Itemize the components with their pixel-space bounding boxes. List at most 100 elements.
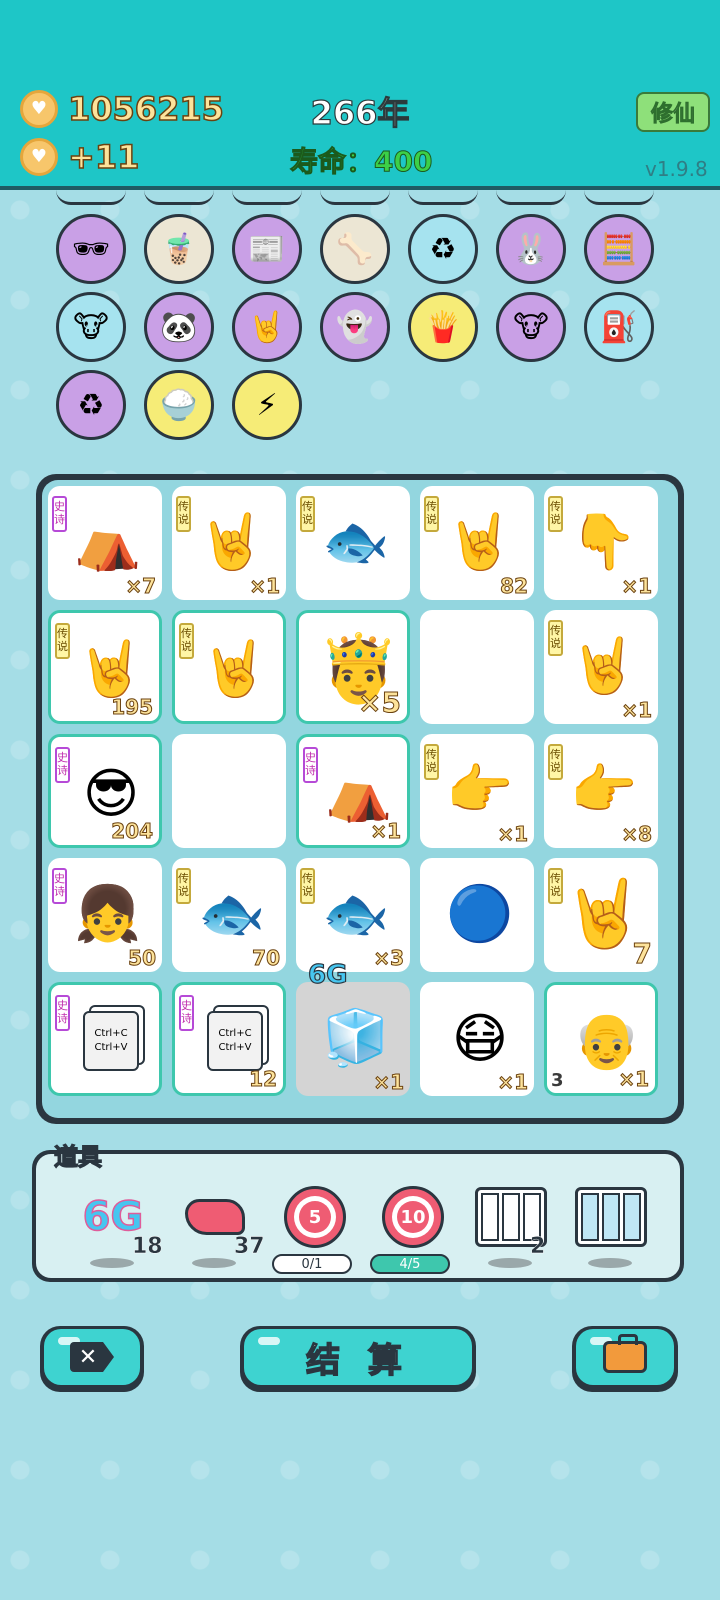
- panda-icon[interactable]: 🐼: [144, 292, 214, 362]
- rank-tag: 传说: [548, 744, 563, 780]
- board-cell[interactable]: 🤴 ×5: [296, 610, 410, 724]
- board-cell[interactable]: 传说 🐟: [296, 486, 410, 600]
- dog-bowl-icon[interactable]: 🦴: [320, 214, 390, 284]
- rank-tag: 传说: [176, 496, 191, 532]
- lightning-icon[interactable]: ⚡: [232, 370, 302, 440]
- gun-hand-icon: 👉: [570, 758, 638, 821]
- rock-hand-icon: 🤘: [446, 510, 514, 573]
- settle-button[interactable]: 结 算: [240, 1326, 476, 1392]
- tool-slot[interactable]: 10 4/5: [370, 1184, 454, 1274]
- bubble-tea-icon[interactable]: 🧋: [144, 214, 214, 284]
- tool-slot[interactable]: [572, 1184, 652, 1268]
- item-count: 7: [632, 937, 653, 971]
- scrolled-icon-edge: [320, 190, 390, 205]
- math-ball-icon: 🔵: [446, 882, 514, 945]
- board-cell[interactable]: 史诗 Ctrl+C Ctrl+V: [48, 982, 162, 1096]
- income-value: +11: [67, 137, 140, 177]
- close-button[interactable]: ✕: [40, 1326, 144, 1392]
- board-cell[interactable]: 🔵: [420, 858, 534, 972]
- board-cell[interactable]: 传说 👉 ×1: [420, 734, 534, 848]
- rank-tag: 史诗: [303, 747, 318, 783]
- item-count: 50: [128, 946, 157, 971]
- board-cell[interactable]: 传说 🤘 ×1: [544, 610, 658, 724]
- rock-hand-icon: 🤘: [570, 634, 638, 697]
- version-label: v1.9.8: [645, 157, 708, 181]
- math-guy-icon[interactable]: 🧮: [584, 214, 654, 284]
- board-cell[interactable]: 传说 🤘 ×1: [172, 486, 286, 600]
- tool-shadow: [588, 1258, 632, 1268]
- cow-pair-icon[interactable]: 🐮: [496, 292, 566, 362]
- rock-hand-icon[interactable]: 🤘: [232, 292, 302, 362]
- rank-tag: 传说: [424, 744, 439, 780]
- ghost-icon[interactable]: 👻: [320, 292, 390, 362]
- board-cell[interactable]: 史诗 Ctrl+C Ctrl+V 12: [172, 982, 286, 1096]
- recycle-icon[interactable]: ♻: [56, 370, 126, 440]
- recycle-bag-icon[interactable]: ♻: [408, 214, 478, 284]
- rank-tag: 传说: [55, 623, 70, 659]
- target-5-icon: 5: [282, 1184, 348, 1250]
- board-cell[interactable]: 传说 🤘 7: [544, 858, 658, 972]
- board-cell[interactable]: 传说 👇 ×1: [544, 486, 658, 600]
- briefcase-icon: [603, 1334, 647, 1373]
- board-cell[interactable]: 史诗 👧 50: [48, 858, 162, 972]
- rabbit-icon[interactable]: 🐰: [496, 214, 566, 284]
- board-cell[interactable]: 史诗 ⛺ ×7: [48, 486, 162, 600]
- xiuxian-button[interactable]: 修仙: [636, 92, 710, 132]
- tool-shadow: [192, 1258, 236, 1268]
- scrolled-icon-edge: [232, 190, 302, 205]
- board-cell[interactable]: 🧊 6G ×1: [296, 959, 410, 1096]
- tool-slot[interactable]: 2: [472, 1184, 552, 1268]
- board-cell[interactable]: 👴 ×1 3: [544, 982, 658, 1096]
- board-cell[interactable]: 传说 🤘 195: [48, 610, 162, 724]
- rank-tag: 史诗: [52, 496, 67, 532]
- tool-count: 18: [132, 1234, 163, 1259]
- tool-count: 37: [234, 1234, 265, 1259]
- board-cell[interactable]: 传说 🐟 70: [172, 858, 286, 972]
- rice-bowl-icon[interactable]: 🍚: [144, 370, 214, 440]
- item-count: ×1: [370, 819, 402, 844]
- scrolled-icon-edge: [56, 190, 126, 205]
- scrolled-icon-edge: [584, 190, 654, 205]
- board-cell[interactable]: [420, 610, 534, 724]
- lifespan-value: 400: [374, 145, 433, 179]
- rank-tag: 传说: [300, 496, 315, 532]
- board-cell[interactable]: 史诗 😎 204: [48, 734, 162, 848]
- tools-label: 道具: [53, 1142, 102, 1171]
- girl-face-icon: 👧: [74, 882, 142, 945]
- fries-icon[interactable]: 🍟: [408, 292, 478, 362]
- target-10-icon: 10: [380, 1184, 446, 1250]
- tool-slot[interactable]: 6G 18: [74, 1184, 163, 1268]
- bag-button[interactable]: [572, 1326, 678, 1392]
- tool-slot[interactable]: 5 0/1: [272, 1184, 356, 1274]
- lifespan-label: 寿命：: [289, 145, 375, 179]
- tool-shadow: [488, 1258, 532, 1268]
- item-count: ×3: [373, 946, 405, 971]
- item-count: 12: [249, 1067, 278, 1092]
- sunglasses-icon[interactable]: 🕶: [56, 214, 126, 284]
- year-display: 266年: [310, 93, 410, 132]
- item-count: ×7: [125, 574, 157, 599]
- tool-progress: 4/5: [370, 1254, 450, 1274]
- time-magazine-icon[interactable]: 📰: [232, 214, 302, 284]
- item-count: 70: [252, 946, 281, 971]
- cow-pair-icon[interactable]: 🐮: [56, 292, 126, 362]
- tool-progress: 0/1: [272, 1254, 352, 1274]
- pump-icon[interactable]: ⛽: [584, 292, 654, 362]
- sunglasses-man-icon: 😷: [451, 1006, 509, 1070]
- board-cell[interactable]: [172, 734, 286, 848]
- rank-tag: 史诗: [179, 995, 194, 1031]
- board-cell[interactable]: 史诗 ⛺ ×1: [296, 734, 410, 848]
- rank-tag: 传说: [300, 868, 315, 904]
- tool-slot[interactable]: 37: [176, 1184, 265, 1268]
- board-cell[interactable]: 😷 ×1: [420, 982, 534, 1096]
- income-display: ♥ +11: [20, 137, 140, 177]
- item-level: 3: [551, 1070, 564, 1091]
- board-cell[interactable]: 传说 🤘: [172, 610, 286, 724]
- board-cell[interactable]: 传说 🤘 82: [420, 486, 534, 600]
- board-cell[interactable]: 传说 🐟 ×3: [296, 858, 410, 972]
- 6g-label: 6G: [307, 959, 348, 990]
- board-cell[interactable]: 传说 👉 ×8: [544, 734, 658, 848]
- rank-tag: 传说: [424, 496, 439, 532]
- lifespan-display: 寿命：400: [289, 140, 433, 180]
- coin-icon: ♥: [20, 138, 58, 176]
